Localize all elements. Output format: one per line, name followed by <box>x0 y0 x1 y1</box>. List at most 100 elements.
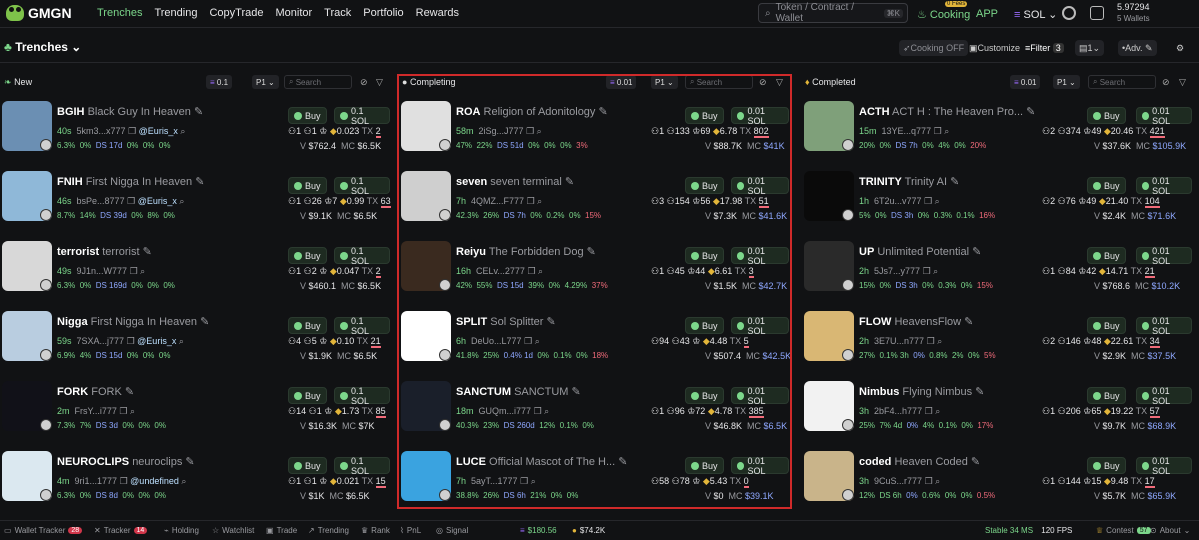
copy-icon[interactable]: ❐ <box>520 476 528 486</box>
token-address[interactable]: 2bF4...h777 <box>874 406 922 416</box>
search-icon[interactable]: ⌕ <box>937 336 942 346</box>
search-icon[interactable]: ⌕ <box>935 476 940 486</box>
search-icon[interactable]: ⌕ <box>537 126 542 136</box>
chain-selector[interactable]: ≡ SOL ⌄ <box>1014 8 1057 21</box>
buy-button[interactable]: Buy <box>1087 247 1126 264</box>
completing-amount-input[interactable]: ≡ 0.01 <box>606 75 637 89</box>
edit-icon[interactable]: ✎ <box>195 176 204 188</box>
about-button[interactable]: ⊙ About ⌄ <box>1150 526 1190 535</box>
token-avatar[interactable] <box>804 171 854 221</box>
token-avatar[interactable] <box>2 101 52 151</box>
copy-icon[interactable]: ❐ <box>127 336 135 346</box>
buy-button[interactable]: Buy <box>288 387 327 404</box>
cooking-off-button[interactable]: ➶ Cooking OFF <box>899 40 969 56</box>
wallet-selector[interactable]: 5.97294 5 Wallets <box>1088 2 1196 24</box>
token-name-row[interactable]: NEUROCLIPS neuroclips ✎ <box>57 455 195 468</box>
search-icon[interactable]: ⌕ <box>544 406 549 416</box>
search-icon[interactable]: ⌕ <box>535 336 540 346</box>
token-address[interactable]: 3E7U...n777 <box>874 336 924 346</box>
token-card[interactable]: Reiyu The Forbidden Dog ✎ 16h CELv...277… <box>399 235 789 301</box>
copy-icon[interactable]: ❐ <box>925 476 933 486</box>
contest-button[interactable]: ♕ Contest 57 <box>1096 526 1151 535</box>
twitter-handle[interactable]: @undefined <box>130 476 179 486</box>
search-icon[interactable]: ⌕ <box>130 406 135 416</box>
buy-button[interactable]: Buy <box>288 107 327 124</box>
token-address[interactable]: 9J1n...W777 <box>77 266 128 276</box>
edit-icon[interactable]: ✎ <box>547 316 556 328</box>
copy-icon[interactable]: ❐ <box>934 126 942 136</box>
buy-button[interactable]: Buy <box>1087 177 1126 194</box>
tracker-button[interactable]: ✕ Tracker 14 <box>94 526 148 535</box>
rank-button[interactable]: ♛ Rank <box>361 526 390 535</box>
search-icon[interactable]: ⌕ <box>140 266 145 276</box>
token-avatar[interactable] <box>2 451 52 501</box>
copy-icon[interactable]: ❐ <box>119 406 127 416</box>
buy-button[interactable]: Buy <box>1087 317 1126 334</box>
copy-icon[interactable]: ❐ <box>526 126 534 136</box>
quick-buy-button[interactable]: 0.01 SOL <box>1136 456 1192 476</box>
token-name-row[interactable]: terrorist terrorist ✎ <box>57 245 152 258</box>
token-avatar[interactable] <box>804 381 854 431</box>
edit-icon[interactable]: ✎ <box>950 176 959 188</box>
edit-icon[interactable]: ✎ <box>587 246 596 258</box>
token-avatar[interactable] <box>401 171 451 221</box>
token-address[interactable]: GUQm...i777 <box>479 406 532 416</box>
token-card[interactable]: Nimbus Flying Nimbus ✎ 3h 2bF4...h777 ❐ … <box>802 375 1192 441</box>
token-name-row[interactable]: Nimbus Flying Nimbus ✎ <box>859 385 984 398</box>
quick-buy-button[interactable]: 0.1 SOL <box>334 456 390 476</box>
token-card[interactable]: TRINITY Trinity AI ✎ 1h 6T2u...v777 ❐ ⌕ … <box>802 165 1192 231</box>
token-card[interactable]: LUCE Official Mascot of The H... ✎ 7h 5a… <box>399 445 789 511</box>
copy-icon[interactable]: ❐ <box>527 266 535 276</box>
filter-icon[interactable]: ▽ <box>776 77 783 88</box>
quick-buy-button[interactable]: 0.1 SOL <box>334 386 390 406</box>
pause-icon[interactable]: ⊘ <box>759 77 767 88</box>
token-name-row[interactable]: UP Unlimited Potential ✎ <box>859 245 981 258</box>
new-preset-select[interactable]: P1 ⌄ <box>252 75 279 89</box>
token-card[interactable]: terrorist terrorist ✎ 49s 9J1n...W777 ❐ … <box>0 235 390 301</box>
token-card[interactable]: SPLIT Sol Splitter ✎ 6h DeUo...L777 ❐ ⌕ … <box>399 305 791 371</box>
token-name-row[interactable]: SANCTUM SANCTUM ✎ <box>456 385 581 398</box>
buy-button[interactable]: Buy <box>288 317 327 334</box>
token-avatar[interactable] <box>2 241 52 291</box>
token-name-row[interactable]: Reiyu The Forbidden Dog ✎ <box>456 245 596 258</box>
nav-trenches[interactable]: Trenches <box>97 7 142 19</box>
twitter-handle[interactable]: @Euris_x <box>137 336 176 346</box>
token-address[interactable]: 6T2u...v777 <box>874 196 922 206</box>
quick-buy-button[interactable]: 0.01 SOL <box>731 386 789 406</box>
buy-button[interactable]: Buy <box>685 107 724 124</box>
token-avatar[interactable] <box>2 171 52 221</box>
token-name-row[interactable]: coded Heaven Coded ✎ <box>859 455 980 468</box>
token-avatar[interactable] <box>2 311 52 361</box>
edit-icon[interactable]: ✎ <box>200 316 209 328</box>
token-address[interactable]: 9ri1...1777 <box>75 476 118 486</box>
quick-buy-button[interactable]: 0.1 SOL <box>334 176 390 196</box>
token-address[interactable]: 5Js7...y777 <box>874 266 920 276</box>
quick-buy-button[interactable]: 0.01 SOL <box>1136 316 1192 336</box>
new-amount-input[interactable]: ≡ 0.1 <box>206 75 233 89</box>
quick-buy-button[interactable]: 0.01 SOL <box>731 246 789 266</box>
nav-portfolio[interactable]: Portfolio <box>363 7 403 19</box>
edit-icon[interactable]: ✎ <box>599 106 608 118</box>
token-address[interactable]: 7SXA...j777 <box>77 336 125 346</box>
token-card[interactable]: Nigga First Nigga In Heaven ✎ 59s 7SXA..… <box>0 305 390 371</box>
token-card[interactable]: NEUROCLIPS neuroclips ✎ 4m 9ri1...1777 ❐… <box>0 445 390 511</box>
token-avatar[interactable] <box>804 311 854 361</box>
trending-button[interactable]: ↗ Trending <box>308 526 349 535</box>
copy-icon[interactable]: ❐ <box>925 406 933 416</box>
copy-icon[interactable]: ❐ <box>927 336 935 346</box>
token-avatar[interactable] <box>804 241 854 291</box>
token-avatar[interactable] <box>401 311 451 361</box>
token-avatar[interactable] <box>401 241 451 291</box>
filter-icon[interactable]: ▽ <box>376 77 383 88</box>
token-avatar[interactable] <box>401 101 451 151</box>
quick-buy-button[interactable]: 0.01 SOL <box>731 456 789 476</box>
search-icon[interactable]: ⌕ <box>179 336 184 346</box>
trade-button[interactable]: ▣ Trade <box>266 526 297 535</box>
token-name-row[interactable]: TRINITY Trinity AI ✎ <box>859 175 959 188</box>
nav-copytrade[interactable]: CopyTrade <box>209 7 263 19</box>
quick-buy-button[interactable]: 0.01 SOL <box>731 316 789 336</box>
completed-search-input[interactable]: ⌕ Search <box>1088 75 1156 89</box>
buy-button[interactable]: Buy <box>685 387 724 404</box>
quick-buy-button[interactable]: 0.01 SOL <box>1136 106 1192 126</box>
search-icon[interactable]: ⌕ <box>935 196 940 206</box>
